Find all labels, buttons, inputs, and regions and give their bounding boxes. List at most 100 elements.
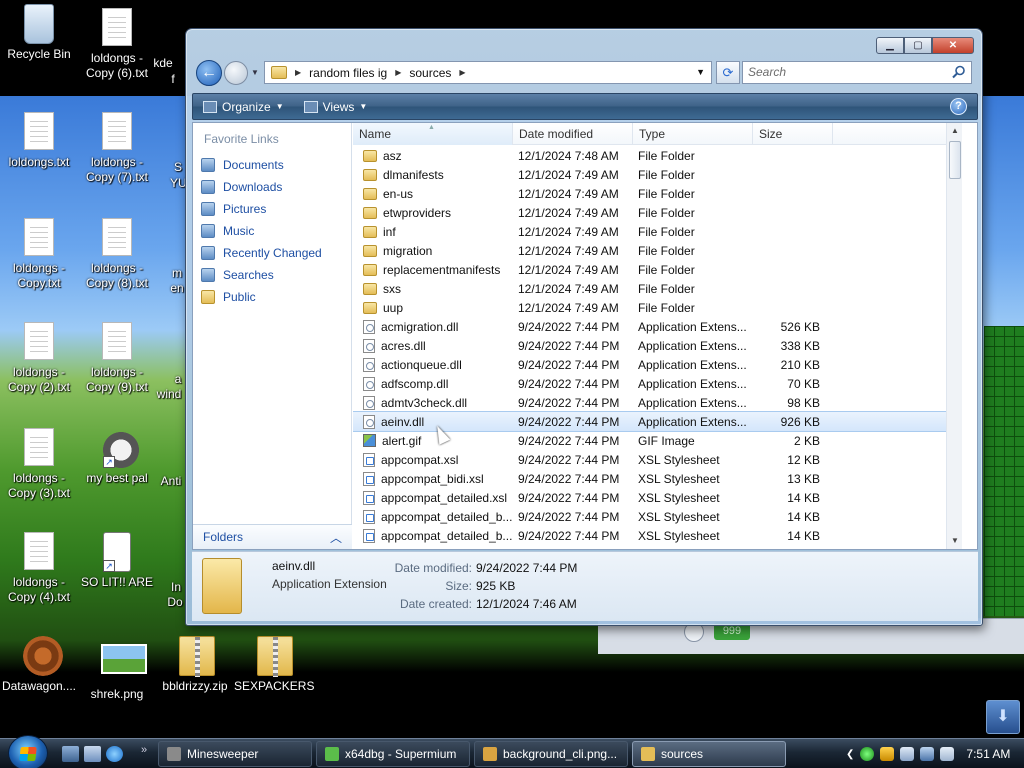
address-bar[interactable]: ▶ random files ig ▶ sources ▶ ▼ bbox=[264, 61, 712, 84]
desktop-partial-label[interactable]: m bbox=[168, 266, 186, 281]
desktop-partial-label[interactable]: wind bbox=[152, 387, 186, 402]
taskbar-button[interactable]: Minesweeper bbox=[158, 741, 312, 767]
column-header-name[interactable]: ▲ Name bbox=[353, 123, 513, 145]
column-header-size[interactable]: Size bbox=[753, 123, 833, 145]
file-row[interactable]: replacementmanifests 12/1/2024 7:49 AM Fil… bbox=[353, 260, 962, 279]
desktop-icon-file[interactable]: loldongs - Copy.txt bbox=[0, 218, 78, 291]
desktop-partial-label[interactable]: a bbox=[170, 372, 186, 387]
breadcrumb-item[interactable]: random files ig bbox=[309, 66, 387, 80]
desktop-partial-label[interactable]: In bbox=[166, 580, 186, 595]
switch-windows-icon[interactable] bbox=[84, 746, 101, 762]
minimize-button[interactable]: ▁ bbox=[876, 37, 904, 54]
file-row[interactable]: sxs 12/1/2024 7:49 AM File Folder bbox=[353, 279, 962, 298]
desktop-partial-label[interactable]: Do bbox=[164, 595, 186, 610]
file-row[interactable]: migration 12/1/2024 7:49 AM File Folder bbox=[353, 241, 962, 260]
desktop-icon-file[interactable]: bbldrizzy.zip bbox=[156, 636, 234, 694]
taskbar-button[interactable]: x64dbg - Supermium bbox=[316, 741, 470, 767]
details-label: Size: bbox=[445, 579, 472, 593]
maximize-button[interactable]: ▢ bbox=[904, 37, 932, 54]
desktop-icon-file[interactable]: loldongs - Copy (2).txt bbox=[0, 322, 78, 395]
file-row[interactable]: appcompat_detailed.xsl 9/24/2022 7:44 PM X… bbox=[353, 488, 962, 507]
nav-item-music[interactable]: Music bbox=[199, 220, 322, 242]
internet-explorer-icon[interactable] bbox=[106, 746, 123, 762]
desktop-icon-shortcut[interactable]: ↗ my best pal bbox=[78, 428, 156, 486]
desktop-icon-file[interactable]: loldongs - Copy (8).txt bbox=[78, 218, 156, 291]
file-row[interactable]: appcompat_bidi.xsl 9/24/2022 7:44 PM XSL S… bbox=[353, 469, 962, 488]
desktop-icon-file[interactable]: loldongs.txt bbox=[0, 112, 78, 170]
column-header-date[interactable]: Date modified bbox=[513, 123, 633, 145]
file-row[interactable]: appcompat_detailed_b... 9/24/2022 7:44 PM… bbox=[353, 507, 962, 526]
network-icon[interactable] bbox=[920, 747, 935, 761]
file-row[interactable]: admtv3check.dll 9/24/2022 7:44 PM Applicat… bbox=[353, 393, 962, 412]
desktop-icon-recycle-bin[interactable]: Recycle Bin bbox=[0, 4, 78, 62]
breadcrumb-chevron-icon[interactable]: ▶ bbox=[395, 68, 401, 77]
file-row[interactable]: adfscomp.dll 9/24/2022 7:44 PM Application… bbox=[353, 374, 962, 393]
file-row[interactable]: acmigration.dll 9/24/2022 7:44 PM Applicat… bbox=[353, 317, 962, 336]
scroll-up-icon[interactable]: ▲ bbox=[947, 123, 962, 139]
organize-menu-button[interactable]: Organize ▼ bbox=[193, 100, 294, 114]
breadcrumb-item[interactable]: sources bbox=[409, 66, 451, 80]
desktop-partial-label[interactable]: YU bbox=[170, 176, 187, 191]
file-row[interactable]: etwproviders 12/1/2024 7:49 AM File Folder bbox=[353, 203, 962, 222]
tray-expand-icon[interactable]: ❮ bbox=[846, 749, 854, 760]
desktop-icon-shortcut[interactable]: ↗ SO LIT!! ARE bbox=[78, 532, 156, 590]
desktop-partial-label[interactable]: f bbox=[158, 72, 188, 87]
scroll-down-icon[interactable]: ▼ bbox=[947, 533, 962, 549]
minesweeper-grid-fragment[interactable] bbox=[984, 326, 1024, 616]
nav-item-searches[interactable]: Searches bbox=[199, 264, 322, 286]
forward-button[interactable] bbox=[224, 61, 248, 85]
address-dropdown-icon[interactable]: ▼ bbox=[696, 67, 705, 77]
breadcrumb-chevron-icon[interactable]: ▶ bbox=[459, 68, 465, 77]
file-date: 12/1/2024 7:49 AM bbox=[518, 167, 619, 182]
tray-status-icon[interactable] bbox=[860, 747, 875, 761]
nav-item-public[interactable]: Public bbox=[199, 286, 322, 308]
nav-item-recently-changed[interactable]: Recently Changed bbox=[199, 242, 322, 264]
file-row[interactable]: en-us 12/1/2024 7:49 AM File Folder bbox=[353, 184, 962, 203]
taskbar-button[interactable]: background_cli.png... bbox=[474, 741, 628, 767]
nav-item-documents[interactable]: Documents bbox=[199, 154, 322, 176]
volume-icon[interactable] bbox=[940, 747, 955, 761]
help-button[interactable]: ? bbox=[950, 98, 967, 115]
desktop-icon-folder[interactable]: SEXPACKERS bbox=[234, 636, 314, 694]
quick-launch-overflow[interactable]: » bbox=[141, 744, 147, 756]
views-menu-button[interactable]: Views ▼ bbox=[294, 100, 378, 114]
desktop-icon-file[interactable]: loldongs - Copy (4).txt bbox=[0, 532, 78, 605]
desktop-partial-label[interactable]: en bbox=[168, 281, 186, 296]
vertical-scrollbar[interactable]: ▲ ▼ bbox=[946, 123, 962, 549]
desktop-partial-label[interactable]: kde bbox=[140, 56, 186, 71]
desktop-icon-file[interactable]: loldongs - Copy (7).txt bbox=[78, 112, 156, 185]
column-header-type[interactable]: Type bbox=[633, 123, 753, 145]
file-row[interactable]: acres.dll 9/24/2022 7:44 PM Application Ex… bbox=[353, 336, 962, 355]
desktop-icon-file[interactable]: Datawagon.... bbox=[0, 636, 78, 694]
nav-item-downloads[interactable]: Downloads bbox=[199, 176, 322, 198]
clock[interactable]: 7:51 AM bbox=[966, 747, 1010, 761]
desktop-icon-file[interactable]: shrek.png bbox=[78, 636, 156, 702]
refresh-button[interactable]: ⟳ bbox=[716, 61, 740, 84]
file-row[interactable]: appcompat_detailed_b... 9/24/2022 7:44 PM… bbox=[353, 526, 962, 545]
download-arrow-icon[interactable]: ⬇ bbox=[986, 700, 1020, 734]
close-button[interactable]: ✕ bbox=[932, 37, 974, 54]
file-row[interactable]: asz 12/1/2024 7:48 AM File Folder bbox=[353, 146, 962, 165]
breadcrumb-chevron-icon[interactable]: ▶ bbox=[295, 68, 301, 77]
show-desktop-icon[interactable] bbox=[62, 746, 79, 762]
desktop-icon-file[interactable]: loldongs - Copy (9).txt bbox=[78, 322, 156, 395]
nav-item-pictures[interactable]: Pictures bbox=[199, 198, 322, 220]
file-row[interactable]: uup 12/1/2024 7:49 AM File Folder bbox=[353, 298, 962, 317]
tray-app-icon[interactable] bbox=[900, 747, 915, 761]
start-button[interactable] bbox=[8, 735, 48, 768]
file-row[interactable]: inf 12/1/2024 7:49 AM File Folder bbox=[353, 222, 962, 241]
search-icon[interactable] bbox=[952, 65, 966, 79]
recent-pages-dropdown-icon[interactable]: ▼ bbox=[251, 68, 259, 77]
desktop-partial-label[interactable]: S bbox=[170, 160, 186, 175]
folders-toggle[interactable]: Folders ︿ bbox=[193, 524, 352, 549]
file-row[interactable]: dlmanifests 12/1/2024 7:49 AM File Folder bbox=[353, 165, 962, 184]
file-row[interactable]: appcompat.xsl 9/24/2022 7:44 PM XSL Styles… bbox=[353, 450, 962, 469]
search-input[interactable]: Search bbox=[742, 61, 972, 84]
file-row[interactable]: actionqueue.dll 9/24/2022 7:44 PM Applicat… bbox=[353, 355, 962, 374]
back-button[interactable]: ← bbox=[196, 60, 222, 86]
desktop-partial-label[interactable]: Anti bbox=[156, 474, 186, 489]
desktop-icon-file[interactable]: loldongs - Copy (3).txt bbox=[0, 428, 78, 501]
scrollbar-thumb[interactable] bbox=[949, 141, 961, 179]
taskbar-button[interactable]: sources bbox=[632, 741, 786, 767]
shield-icon[interactable] bbox=[880, 747, 895, 761]
